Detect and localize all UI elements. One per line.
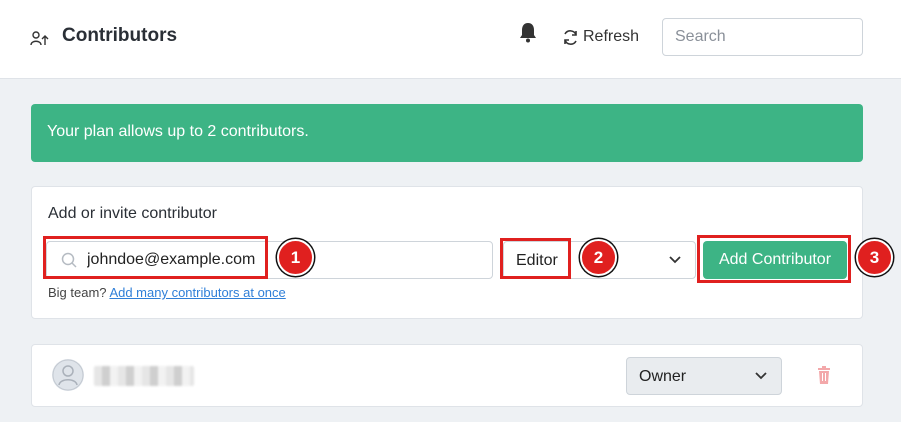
email-field[interactable] <box>46 241 493 279</box>
role-select-value: Editor <box>516 252 558 269</box>
plan-limit-alert: Your plan allows up to 2 contributors. <box>31 104 863 162</box>
chevron-down-icon <box>669 256 681 264</box>
chevron-down-icon <box>755 372 767 380</box>
trash-icon[interactable] <box>817 366 831 384</box>
bulk-add-hint: Big team? Add many contributors at once <box>48 285 286 300</box>
add-contributor-button[interactable]: Add Contributor <box>703 241 847 279</box>
refresh-label: Refresh <box>583 28 640 45</box>
refresh-button[interactable]: Refresh <box>562 26 639 48</box>
contributor-row: Owner <box>31 344 863 407</box>
user-icon <box>52 359 84 391</box>
redacted-name <box>94 366 194 386</box>
annotation-badge-3: 3 <box>856 239 893 276</box>
annotation-badge-2: 2 <box>580 239 617 276</box>
add-many-link[interactable]: Add many contributors at once <box>109 285 285 300</box>
avatar <box>52 359 84 391</box>
invite-contributor-card: Add or invite contributor Editor Add Con… <box>31 186 863 319</box>
notifications-bell-icon[interactable] <box>518 21 538 43</box>
contributors-icon <box>30 31 49 46</box>
top-bar: Contributors Refresh <box>0 0 901 79</box>
annotation-badge-1: 1 <box>277 239 314 276</box>
member-role-value: Owner <box>639 368 687 385</box>
search-icon <box>61 252 77 268</box>
refresh-icon <box>564 29 577 45</box>
member-role-select[interactable]: Owner <box>626 357 782 395</box>
search-input[interactable] <box>662 18 863 56</box>
invite-heading: Add or invite contributor <box>48 205 217 222</box>
alert-text: Your plan allows up to 2 contributors. <box>47 123 309 140</box>
hint-text: Big team? <box>48 285 110 300</box>
page-title: Contributors <box>62 25 178 46</box>
